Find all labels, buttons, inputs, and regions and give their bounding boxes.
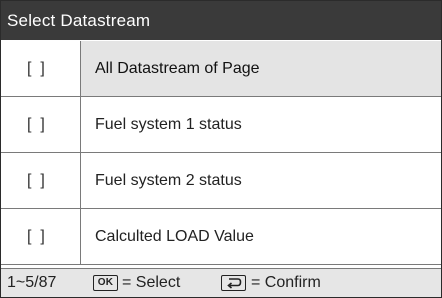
checkbox[interactable]: [ ] [1, 209, 81, 264]
datastream-list: [ ] All Datastream of Page [ ] Fuel syst… [1, 41, 441, 265]
back-action-label: = Confirm [251, 274, 321, 291]
list-item-label: Calculted LOAD Value [95, 228, 254, 245]
status-bar: 1~5/87 OK = Select = Confirm [1, 268, 441, 297]
checkbox[interactable]: [ ] [1, 41, 81, 96]
page-title: Select Datastream [1, 1, 441, 40]
list-item[interactable]: [ ] Fuel system 2 status [1, 153, 441, 209]
list-item[interactable]: [ ] All Datastream of Page [1, 41, 441, 97]
list-item-label: Fuel system 2 status [95, 172, 242, 189]
ok-action-label: = Select [122, 274, 181, 291]
page-counter: 1~5/87 [7, 274, 57, 291]
checkbox[interactable]: [ ] [1, 153, 81, 208]
list-item[interactable]: [ ] Fuel system 1 status [1, 97, 441, 153]
list-item-label: All Datastream of Page [95, 60, 260, 77]
datastream-screen: Select Datastream [ ] All Datastream of … [0, 0, 442, 298]
checkbox[interactable]: [ ] [1, 97, 81, 152]
ok-key-icon: OK [93, 275, 118, 291]
list-item[interactable]: [ ] Calculted LOAD Value [1, 209, 441, 265]
return-arrow-icon [221, 275, 246, 291]
list-item-label: Fuel system 1 status [95, 116, 242, 133]
